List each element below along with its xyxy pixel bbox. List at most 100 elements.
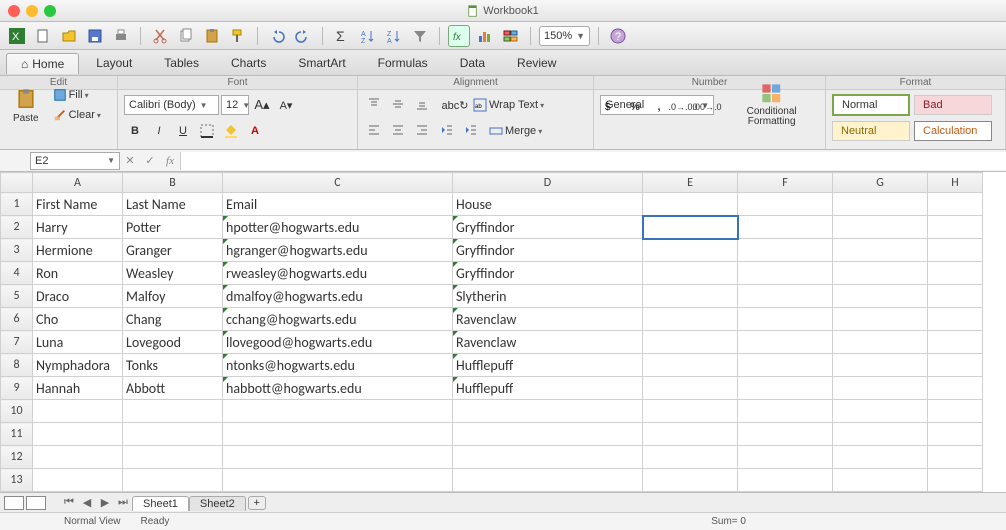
cell-D1[interactable]: House — [453, 193, 643, 216]
tab-home[interactable]: ⌂Home — [6, 53, 79, 74]
cell-C8[interactable]: ntonks@hogwarts.edu — [223, 354, 453, 377]
cell-A3[interactable]: Hermione — [33, 239, 123, 262]
redo-icon[interactable] — [292, 25, 314, 47]
open-icon[interactable] — [58, 25, 80, 47]
sheet-tab-2[interactable]: Sheet2 — [189, 496, 246, 511]
cell-F2[interactable] — [738, 216, 833, 239]
cell-B1[interactable]: Last Name — [123, 193, 223, 216]
sort-desc-icon[interactable]: ZA — [383, 25, 405, 47]
bold-button[interactable]: B — [124, 120, 146, 142]
close-window-button[interactable] — [8, 5, 20, 17]
cell-A12[interactable] — [33, 446, 123, 469]
cell-E13[interactable] — [643, 469, 738, 492]
cell-E8[interactable] — [643, 354, 738, 377]
show-formulas-icon[interactable]: fx — [448, 25, 470, 47]
cell-H13[interactable] — [928, 469, 983, 492]
cell-A7[interactable]: Luna — [33, 331, 123, 354]
cell-A11[interactable] — [33, 423, 123, 446]
cell-F12[interactable] — [738, 446, 833, 469]
cell-D4[interactable]: Gryffindor — [453, 262, 643, 285]
column-header-H[interactable]: H — [928, 173, 983, 193]
align-right-icon[interactable] — [412, 120, 434, 142]
sheet-nav-last[interactable]: ⏭ — [114, 496, 132, 509]
cell-G10[interactable] — [833, 400, 928, 423]
cell-G2[interactable] — [833, 216, 928, 239]
cell-G8[interactable] — [833, 354, 928, 377]
cell-F5[interactable] — [738, 285, 833, 308]
add-sheet-button[interactable]: + — [248, 496, 266, 510]
cell-D6[interactable]: Ravenclaw — [453, 308, 643, 331]
cell-E9[interactable] — [643, 377, 738, 400]
cell-H5[interactable] — [928, 285, 983, 308]
cell-B12[interactable] — [123, 446, 223, 469]
cell-F4[interactable] — [738, 262, 833, 285]
cell-A9[interactable]: Hannah — [33, 377, 123, 400]
column-header-A[interactable]: A — [33, 173, 123, 193]
row-header-9[interactable]: 9 — [1, 377, 33, 400]
cell-H6[interactable] — [928, 308, 983, 331]
chart-icon[interactable] — [474, 25, 496, 47]
cut-icon[interactable] — [149, 25, 171, 47]
cell-B10[interactable] — [123, 400, 223, 423]
row-header-1[interactable]: 1 — [1, 193, 33, 216]
cell-H10[interactable] — [928, 400, 983, 423]
row-header-12[interactable]: 12 — [1, 446, 33, 469]
row-header-5[interactable]: 5 — [1, 285, 33, 308]
cell-F9[interactable] — [738, 377, 833, 400]
sheet-nav-first[interactable]: ⏮ — [60, 496, 78, 509]
formula-input[interactable] — [180, 152, 1006, 170]
cell-G4[interactable] — [833, 262, 928, 285]
cell-F6[interactable] — [738, 308, 833, 331]
cell-G9[interactable] — [833, 377, 928, 400]
column-header-E[interactable]: E — [643, 173, 738, 193]
cell-B4[interactable]: Weasley — [123, 262, 223, 285]
cell-A2[interactable]: Harry — [33, 216, 123, 239]
row-header-6[interactable]: 6 — [1, 308, 33, 331]
decrease-indent-icon[interactable] — [436, 120, 458, 142]
zoom-selector[interactable]: 150%▼ — [539, 26, 590, 46]
cell-E6[interactable] — [643, 308, 738, 331]
cell-E1[interactable] — [643, 193, 738, 216]
fill-color-button[interactable] — [220, 120, 242, 142]
cell-E12[interactable] — [643, 446, 738, 469]
sheet-tab-1[interactable]: Sheet1 — [132, 496, 189, 511]
cell-A8[interactable]: Nymphadora — [33, 354, 123, 377]
cell-F13[interactable] — [738, 469, 833, 492]
font-color-button[interactable]: A — [244, 120, 266, 142]
cell-D9[interactable]: Hufflepuff — [453, 377, 643, 400]
cell-C13[interactable] — [223, 469, 453, 492]
cell-A13[interactable] — [33, 469, 123, 492]
cell-H2[interactable] — [928, 216, 983, 239]
sheet-nav-prev[interactable]: ◀ — [78, 496, 96, 509]
select-all-corner[interactable] — [1, 173, 33, 193]
cell-C5[interactable]: dmalfoy@hogwarts.edu — [223, 285, 453, 308]
style-normal[interactable]: Normal — [832, 94, 910, 116]
cell-A4[interactable]: Ron — [33, 262, 123, 285]
cell-F8[interactable] — [738, 354, 833, 377]
cell-D11[interactable] — [453, 423, 643, 446]
cell-A5[interactable]: Draco — [33, 285, 123, 308]
align-left-icon[interactable] — [364, 120, 386, 142]
align-bottom-icon[interactable] — [412, 94, 434, 116]
cell-C7[interactable]: llovegood@hogwarts.edu — [223, 331, 453, 354]
minimize-window-button[interactable] — [26, 5, 38, 17]
tab-formulas[interactable]: Formulas — [363, 52, 443, 73]
decrease-decimal-icon[interactable]: .00→.0 — [696, 96, 718, 118]
cell-G13[interactable] — [833, 469, 928, 492]
paste-icon[interactable] — [201, 25, 223, 47]
row-header-8[interactable]: 8 — [1, 354, 33, 377]
tab-smartart[interactable]: SmartArt — [283, 52, 360, 73]
tab-review[interactable]: Review — [502, 52, 571, 73]
align-top-icon[interactable] — [364, 94, 386, 116]
align-center-icon[interactable] — [388, 120, 410, 142]
border-button[interactable] — [196, 120, 218, 142]
paste-button[interactable]: Paste — [6, 79, 46, 131]
cell-D3[interactable]: Gryffindor — [453, 239, 643, 262]
cell-H8[interactable] — [928, 354, 983, 377]
cell-H4[interactable] — [928, 262, 983, 285]
cell-D8[interactable]: Hufflepuff — [453, 354, 643, 377]
autosum-icon[interactable]: Σ — [331, 25, 353, 47]
clear-button[interactable]: Clear▾ — [48, 106, 106, 124]
currency-icon[interactable]: $ — [600, 96, 622, 118]
column-header-F[interactable]: F — [738, 173, 833, 193]
